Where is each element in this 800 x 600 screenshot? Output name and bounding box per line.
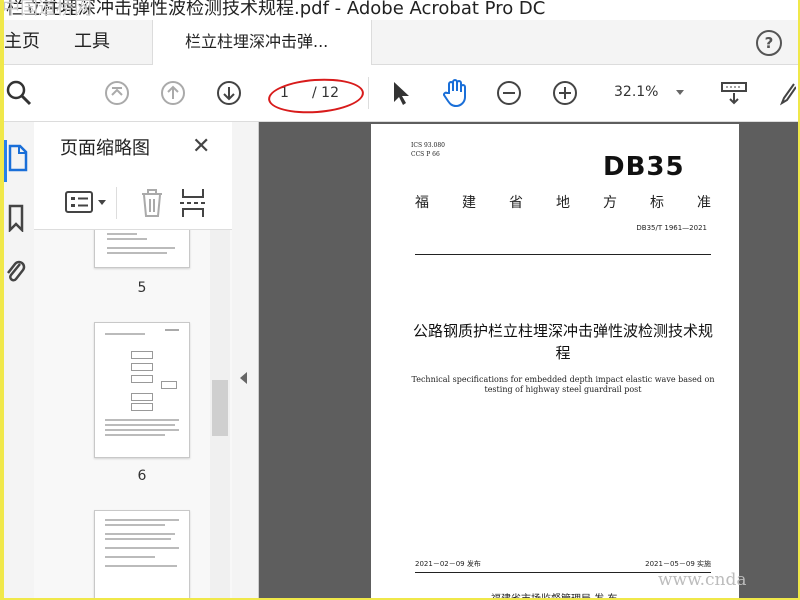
- document-title: 公路钢质护栏立柱埋深冲击弹性波检测技术规程: [412, 322, 713, 362]
- document-title-english: Technical specifications for embedded de…: [411, 375, 715, 394]
- standard-number: DB35/T 1961—2021: [636, 224, 707, 232]
- thumbnail-panel: 页面缩略图 ✕ 5 6: [34, 122, 233, 598]
- zoom-in-icon[interactable]: [550, 65, 580, 121]
- first-page-icon[interactable]: [102, 65, 132, 121]
- bookmark-icon[interactable]: [6, 204, 26, 236]
- ccs-code: CCS P 66: [411, 151, 440, 158]
- trash-icon[interactable]: [140, 188, 164, 222]
- zoom-select[interactable]: 32.1%: [604, 65, 696, 121]
- heading-char: 准: [697, 195, 711, 211]
- scroll-mode-icon[interactable]: [716, 65, 752, 121]
- ics-code: ICS 93.080: [411, 142, 445, 149]
- thumbnail-page-6[interactable]: [94, 322, 190, 458]
- acrobat-window: 栏立柱埋深冲击弹性波检测技术规程.pdf - Adobe Acrobat Pro…: [4, 0, 798, 598]
- panel-toolbar: [34, 177, 232, 230]
- panel-divider: [116, 187, 117, 219]
- header-rule: [415, 254, 711, 255]
- document-viewport[interactable]: ICS 93.080 CCS P 66 DB35 福 建 省 地 方 标 准 D…: [259, 122, 798, 598]
- thumbnail-page-5[interactable]: [94, 230, 190, 268]
- watermark-top: 中国道桥网: [4, 0, 92, 19]
- tab-tools[interactable]: 工具: [74, 20, 110, 64]
- hand-tool-icon[interactable]: [438, 65, 472, 121]
- search-icon[interactable]: [4, 65, 34, 121]
- thumbnail-list[interactable]: 5 6: [34, 230, 232, 598]
- publisher: 福建省市场监督管理局 发 布: [491, 590, 617, 598]
- thumbnail-scrollbar[interactable]: [210, 230, 230, 598]
- heading-char: 地: [556, 195, 570, 211]
- zoom-out-icon[interactable]: [494, 65, 524, 121]
- issue-date: 2021－02－09 发布: [415, 560, 481, 568]
- tab-document[interactable]: 栏立柱埋深冲击弹...: [152, 20, 372, 65]
- previous-page-icon[interactable]: [158, 65, 188, 121]
- page-thumbnails-icon[interactable]: [6, 144, 28, 176]
- heading-char: 省: [509, 195, 523, 211]
- panel-title: 页面缩略图: [60, 138, 150, 159]
- heading-char: 建: [462, 195, 476, 211]
- title-bar: 栏立柱埋深冲击弹性波检测技术规程.pdf - Adobe Acrobat Pro…: [4, 0, 798, 19]
- tab-document-label: 栏立柱埋深冲击弹...: [185, 32, 329, 51]
- thumbnail-label-5: 5: [137, 280, 147, 296]
- tab-bar: 主页 工具 栏立柱埋深冲击弹... ?: [4, 20, 798, 65]
- implementation-date: 2021－05－09 实施: [645, 560, 711, 568]
- province-standard-heading: 福 建 省 地 方 标 准: [415, 192, 711, 212]
- attachment-icon[interactable]: [6, 258, 26, 290]
- options-menu-icon[interactable]: [64, 189, 110, 219]
- heading-char: 标: [650, 195, 664, 211]
- help-icon[interactable]: ?: [756, 30, 782, 56]
- close-icon[interactable]: ✕: [192, 134, 210, 159]
- db35-logo: DB35: [603, 152, 685, 182]
- thumbnail-page-7[interactable]: [94, 510, 190, 598]
- document-page: ICS 93.080 CCS P 66 DB35 福 建 省 地 方 标 准 D…: [371, 124, 739, 598]
- collapse-arrow-icon[interactable]: [240, 372, 247, 384]
- watermark-bottom: www.cnda: [658, 570, 747, 590]
- thumbnail-label-6: 6: [137, 468, 147, 484]
- chevron-down-icon: [676, 90, 684, 95]
- toolbar: 1 / 12 32.1%: [4, 65, 798, 122]
- panel-collapse-strip[interactable]: [232, 122, 259, 598]
- tab-home[interactable]: 主页: [4, 20, 40, 64]
- scrollbar-thumb[interactable]: [212, 380, 228, 436]
- toolbar-divider: [368, 77, 369, 109]
- left-nav-rail: [4, 122, 35, 598]
- pen-icon[interactable]: [778, 65, 798, 121]
- next-page-icon[interactable]: [214, 65, 244, 121]
- page-split-icon[interactable]: [180, 187, 206, 223]
- heading-char: 方: [603, 195, 617, 211]
- select-cursor-icon[interactable]: [386, 65, 416, 121]
- heading-char: 福: [415, 195, 429, 211]
- zoom-value: 32.1%: [614, 84, 659, 100]
